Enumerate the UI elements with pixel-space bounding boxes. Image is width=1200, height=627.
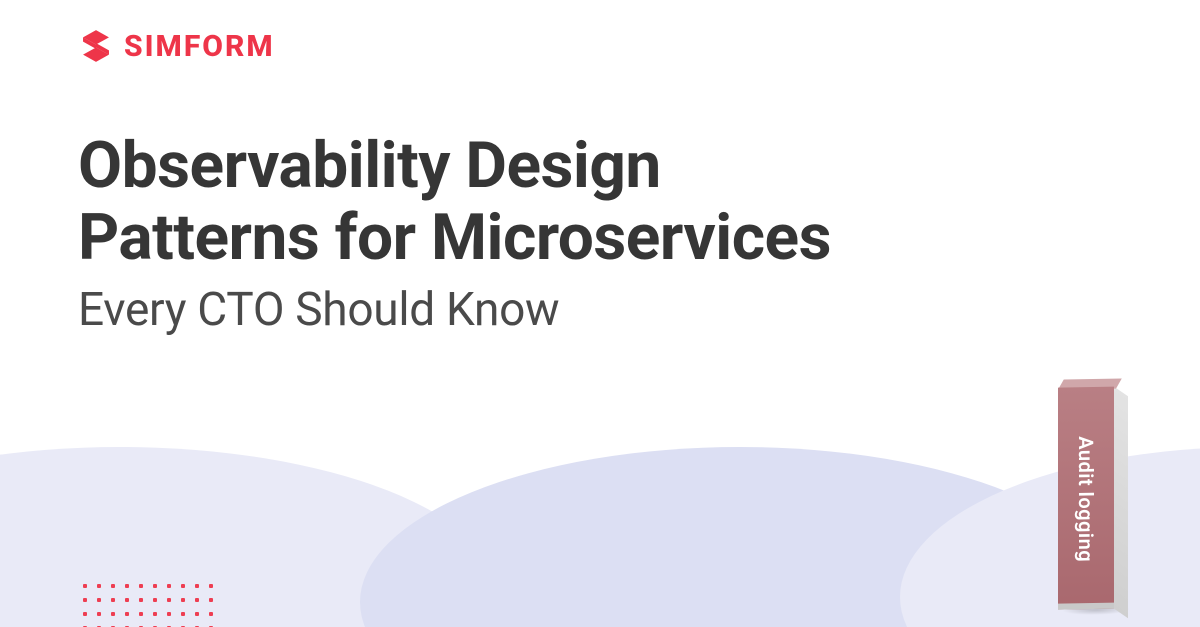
wave-shape	[900, 447, 1200, 627]
banner-canvas: SIMFORM Observability Design Patterns fo…	[0, 0, 1200, 627]
title-line-2: Patterns for Microservices	[78, 202, 1078, 274]
brand-name: SIMFORM	[124, 29, 275, 64]
block-label-text: Audit logging	[1074, 436, 1098, 562]
block-base	[1058, 603, 1114, 610]
dot-grid-decoration	[78, 579, 218, 627]
brand-logo: SIMFORM	[78, 28, 275, 64]
audit-logging-block: Audit logging	[1058, 378, 1128, 609]
wave-shape	[0, 447, 500, 627]
brand-logo-icon	[78, 28, 114, 64]
title-line-2-prefix: Patterns for	[78, 200, 431, 275]
block-label-wrap: Audit logging	[1058, 399, 1114, 600]
headline-block: Observability Design Patterns for Micros…	[78, 130, 1078, 337]
wave-shape	[360, 447, 1120, 627]
subtitle: Every CTO Should Know	[78, 283, 1078, 337]
block-side-face	[1114, 387, 1128, 619]
title-underlined-word: Microservices	[431, 202, 831, 274]
title-line-1: Observability Design	[78, 130, 1078, 202]
